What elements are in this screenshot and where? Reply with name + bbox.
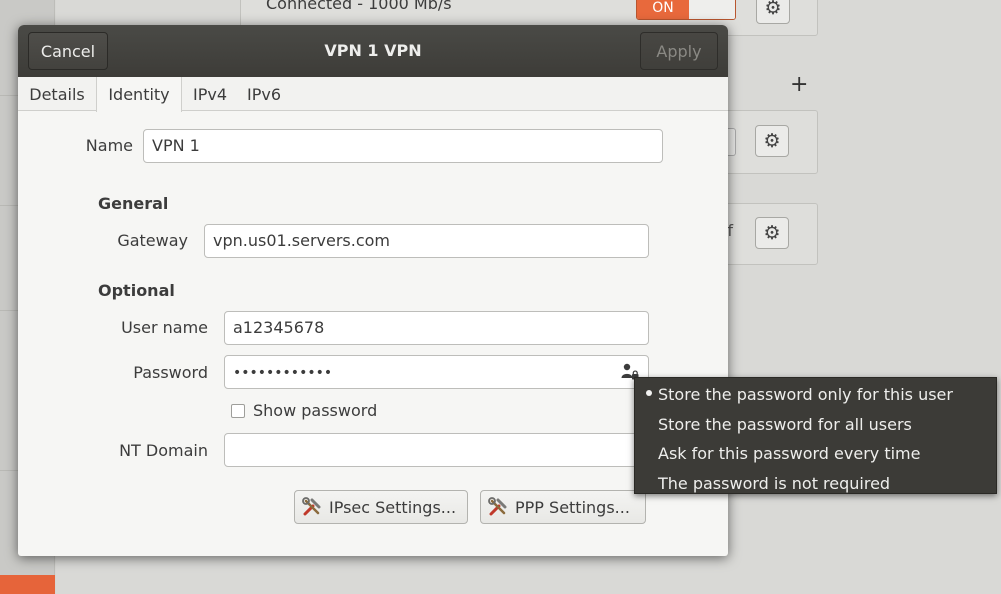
password-value: •••••••••••• — [233, 365, 333, 381]
tab-details[interactable]: Details — [18, 77, 96, 111]
nt-domain-field[interactable] — [224, 433, 649, 467]
dialog-title: VPN 1 VPN — [324, 41, 422, 60]
gateway-label: Gateway — [117, 231, 188, 250]
password-field[interactable]: •••••••••••• — [224, 355, 649, 389]
ppp-settings-button[interactable]: PPP Settings... — [480, 490, 646, 524]
general-heading: General — [98, 194, 169, 213]
tab-bar: Details Identity IPv4 IPv6 — [18, 77, 728, 112]
toggle-on-label: ON — [637, 0, 689, 19]
ipsec-settings-button[interactable]: IPsec Settings... — [294, 490, 468, 524]
ipsec-settings-label: IPsec Settings... — [329, 497, 457, 517]
menu-item-label: The password is not required — [658, 473, 891, 493]
menu-item-label: Store the password only for this user — [658, 385, 953, 405]
name-field[interactable]: VPN 1 — [143, 129, 663, 163]
ppp-settings-label: PPP Settings... — [515, 497, 630, 517]
vpn-dialog: Cancel VPN 1 VPN Apply Details Identity … — [18, 25, 728, 556]
wired-toggle-switch[interactable]: ON — [636, 0, 736, 20]
tools-icon — [302, 497, 321, 516]
password-label: Password — [133, 363, 208, 382]
name-label: Name — [85, 136, 133, 155]
gateway-field[interactable]: vpn.us01.servers.com — [204, 224, 649, 258]
show-password-label[interactable]: Show password — [253, 401, 377, 420]
connection-status-text: Connected - 1000 Mb/s — [266, 0, 452, 13]
tab-ipv6[interactable]: IPv6 — [238, 77, 290, 111]
show-password-checkbox[interactable] — [231, 403, 245, 418]
tools-icon — [488, 497, 507, 516]
username-label: User name — [121, 318, 208, 337]
menu-item-ask-every-time[interactable]: Ask for this password every time — [635, 439, 996, 469]
add-vpn-icon[interactable]: + — [790, 72, 808, 97]
password-storage-menu: Store the password only for this user St… — [634, 377, 997, 494]
vpn2-settings-gear-icon[interactable]: ⚙ — [755, 217, 789, 249]
sidebar-selected-item[interactable] — [0, 575, 55, 594]
menu-item-label: Store the password for all users — [658, 414, 912, 434]
menu-item-not-required[interactable]: The password is not required — [635, 469, 996, 499]
nt-domain-label: NT Domain — [119, 441, 208, 460]
username-field[interactable]: a12345678 — [224, 311, 649, 345]
selected-bullet-icon — [646, 390, 652, 396]
menu-item-store-all-users[interactable]: Store the password for all users — [635, 410, 996, 440]
toggle-knob — [689, 0, 735, 19]
menu-item-store-this-user[interactable]: Store the password only for this user — [635, 380, 996, 410]
apply-button[interactable]: Apply — [640, 32, 718, 70]
wired-settings-gear-icon[interactable]: ⚙ — [756, 0, 790, 24]
tab-ipv4[interactable]: IPv4 — [182, 77, 238, 111]
tab-identity[interactable]: Identity — [96, 77, 182, 112]
show-password-row[interactable]: Show password — [231, 401, 377, 420]
dialog-headerbar: Cancel VPN 1 VPN Apply — [18, 25, 728, 77]
vpn1-settings-gear-icon[interactable]: ⚙ — [755, 125, 789, 157]
optional-heading: Optional — [98, 281, 175, 300]
menu-item-label: Ask for this password every time — [658, 444, 921, 464]
